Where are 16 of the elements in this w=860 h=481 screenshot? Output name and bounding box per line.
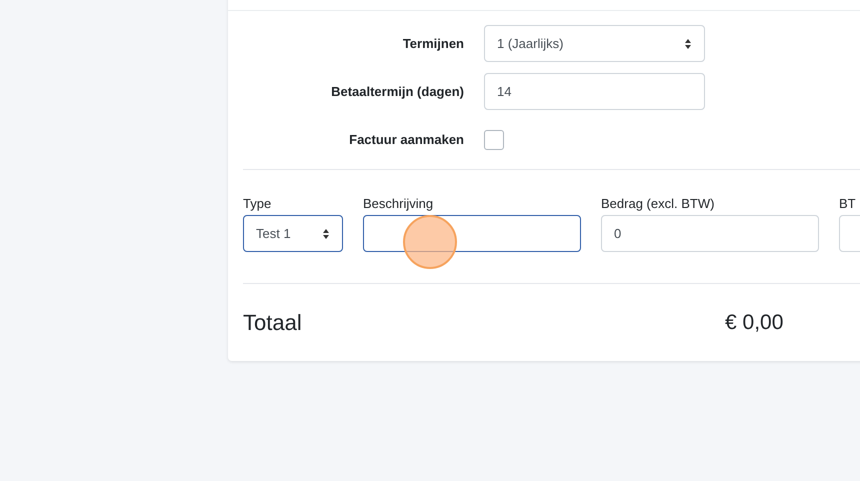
input-field[interactable]: 14 xyxy=(484,73,705,110)
input-field[interactable]: 0 xyxy=(601,215,819,252)
field-label: Betaaltermijn (dagen) xyxy=(330,84,464,99)
field-label: BT xyxy=(839,196,857,211)
select-field[interactable]: Test 1 xyxy=(243,215,343,252)
checkbox[interactable] xyxy=(484,130,504,150)
caret-icon xyxy=(684,38,692,50)
field-label: Type xyxy=(243,196,272,211)
total-label: Totaal xyxy=(243,310,303,336)
field-label: Bedrag (excl. BTW) xyxy=(601,196,716,211)
select-field[interactable]: 1 (Jaarlijks) xyxy=(484,25,705,62)
total-amount: € 0,00 xyxy=(725,310,784,334)
field-label: Beschrijving xyxy=(363,196,434,211)
field-label: Termijnen xyxy=(402,36,464,51)
caret-icon xyxy=(322,228,330,240)
field-label: Factuur aanmaken xyxy=(348,132,464,147)
